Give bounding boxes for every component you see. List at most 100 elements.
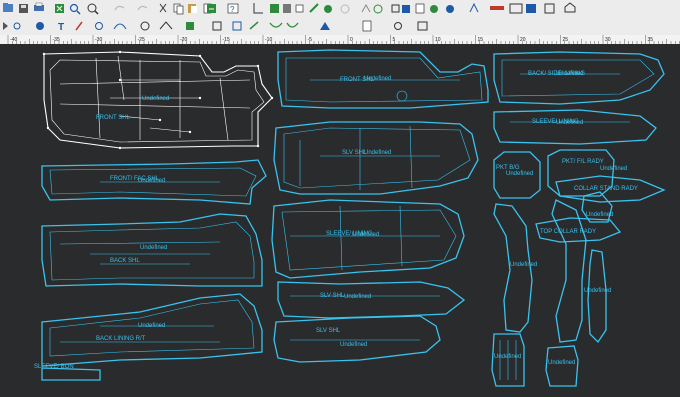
ruler-label: 10	[435, 37, 441, 43]
label-undefined-17: Undefined	[494, 354, 521, 360]
label-undefined-10: Undefined	[556, 71, 583, 77]
piece-collar-stand[interactable]: COLLAR STAND RADY	[555, 175, 666, 203]
redo-icon[interactable]	[137, 5, 148, 11]
snap-icon[interactable]	[95, 22, 103, 30]
ruler-label: 0	[350, 37, 353, 43]
piece-sleeve-lining[interactable]: SLEEVE/ LINING Undefined	[271, 199, 465, 279]
main-toolbar: ?	[0, 0, 680, 18]
label-top-collar: TOP COLLAR RADY	[540, 229, 596, 235]
label-undefined-15: Undefined	[586, 212, 613, 218]
home-icon[interactable]	[564, 2, 576, 13]
piece-small-rect-2[interactable]: Undefined	[545, 345, 579, 387]
measure-icon[interactable]	[270, 4, 279, 13]
piece-small-rect-1[interactable]: Undefined	[491, 333, 525, 387]
piece-slv-shl[interactable]: SLV SHL Undefined	[273, 121, 479, 195]
select-arrow-icon[interactable]	[3, 22, 8, 30]
curve-tool-icon[interactable]	[113, 23, 127, 30]
settings-icon[interactable]	[394, 22, 402, 30]
save-icon[interactable]	[19, 4, 28, 13]
nest-icon[interactable]	[526, 4, 536, 13]
paste-icon[interactable]	[188, 4, 197, 13]
piece-back-side-lining[interactable]: BACK/ SIDE/ LINING Undefined	[493, 51, 665, 105]
area-icon[interactable]	[320, 22, 330, 30]
nest-tool-icon[interactable]	[417, 21, 428, 31]
label-undefined-18: Undefined	[548, 360, 575, 366]
node-icon[interactable]	[13, 22, 21, 30]
notch-icon[interactable]	[283, 4, 291, 13]
label-undefined-6: Undefined	[364, 150, 391, 156]
piece-slv-shl-2[interactable]: SLV SHL Undefined	[277, 281, 466, 319]
label-undefined-13: Undefined	[600, 166, 627, 172]
mirror-icon[interactable]	[212, 21, 222, 31]
label-undefined-16: Undefined	[584, 288, 611, 294]
rotate-icon[interactable]	[340, 4, 350, 14]
layer-icon[interactable]	[402, 5, 410, 13]
piece-icon[interactable]	[490, 6, 504, 10]
fold-icon[interactable]	[509, 3, 523, 14]
svg-text:T: T	[58, 22, 64, 33]
piece-sleeve-lining-r[interactable]: SLEEVE/ LINING Undefined	[493, 109, 657, 145]
piece-slv-shl-3[interactable]: SLV SHL Undefined	[273, 315, 441, 363]
undo-icon[interactable]	[114, 5, 125, 11]
cut-icon[interactable]	[159, 3, 167, 13]
ruler-scale: -40 -35 -30 -25 -20 -15 -10 -5 0 5 10 15 20 25 30 35	[7, 35, 680, 44]
piece-collar-strip-1[interactable]: Undefined	[493, 203, 537, 333]
piece-back-lining[interactable]: BACK LINING R/T Undefined	[41, 293, 263, 367]
piece-front-fac-shl[interactable]: FRONT/ FAC SHL Undefined	[41, 159, 267, 205]
ruler-label: -20	[180, 37, 187, 43]
label-undefined-2: Undefined	[138, 178, 165, 184]
print-icon[interactable]	[34, 2, 44, 11]
mark-icon[interactable]	[391, 4, 400, 13]
ruler-label: 30	[605, 37, 611, 43]
grid-icon[interactable]	[253, 3, 263, 14]
select-icon[interactable]	[415, 3, 425, 14]
ruler-label: -35	[53, 37, 60, 43]
marker-icon[interactable]	[544, 3, 555, 14]
pattern-canvas[interactable]: FRONT SHL Undefined FRONT/ FAC SHL Undef…	[0, 44, 680, 397]
fit-icon[interactable]	[55, 4, 64, 13]
copy-icon[interactable]	[173, 3, 184, 15]
piece-back-shl[interactable]: BACK SHL Undefined	[41, 213, 263, 287]
walk-icon[interactable]	[286, 22, 299, 28]
point-icon[interactable]	[430, 5, 438, 13]
flip-icon[interactable]	[361, 3, 371, 13]
label-undefined-8: Undefined	[344, 294, 371, 300]
pen-icon[interactable]	[75, 21, 83, 31]
svg-text:?: ?	[230, 5, 235, 14]
line-icon[interactable]	[446, 5, 454, 13]
text-icon[interactable]	[373, 4, 383, 14]
label-collar-stand: COLLAR STAND RADY	[574, 186, 638, 192]
main-toolbar-icons: ?	[3, 2, 576, 15]
grade-icon[interactable]	[232, 21, 242, 31]
dart-icon[interactable]	[36, 22, 44, 30]
drill-icon[interactable]	[309, 3, 319, 13]
help-icon[interactable]: ?	[227, 3, 239, 14]
zoom-icon[interactable]	[87, 3, 99, 15]
curve-icon[interactable]	[469, 2, 479, 13]
piece-collar-strip-4[interactable]: Undefined	[584, 249, 611, 344]
piece-front-shl[interactable]: FRONT SHL Undefined	[42, 50, 274, 150]
ruler-label: 35	[648, 37, 654, 43]
sew-icon[interactable]	[269, 22, 283, 28]
label-slv-shl-3: SLV SHL	[316, 328, 341, 334]
magnify-icon[interactable]	[69, 3, 81, 15]
text-tool-icon[interactable]: T	[58, 22, 64, 33]
circle-icon[interactable]	[140, 21, 150, 31]
copy-piece-icon[interactable]	[186, 22, 194, 30]
split-icon[interactable]	[159, 21, 173, 30]
export-icon[interactable]	[207, 4, 216, 13]
table-icon[interactable]	[295, 4, 304, 13]
join-icon[interactable]	[249, 21, 259, 30]
piece-collar-strip-2[interactable]	[551, 199, 587, 343]
label-back-lining: BACK LINING R/T	[96, 336, 146, 342]
open-icon[interactable]	[3, 3, 13, 12]
label-undefined-14: Undefined	[510, 262, 537, 268]
label-sleeve-bon: SLEEVE/ BON	[34, 364, 74, 370]
seam-icon[interactable]	[324, 5, 332, 13]
piece-front-shl-top[interactable]: FRONT SHL Undefined	[277, 49, 489, 109]
drawing-toolbar: T	[0, 17, 680, 36]
page-icon[interactable]	[362, 20, 372, 32]
label-undefined-4: Undefined	[138, 323, 165, 329]
piece-pkt-bg[interactable]: PKT B/G Undefined	[493, 151, 541, 199]
piece-sleeve-bon[interactable]: SLEEVE/ BON	[34, 364, 101, 381]
